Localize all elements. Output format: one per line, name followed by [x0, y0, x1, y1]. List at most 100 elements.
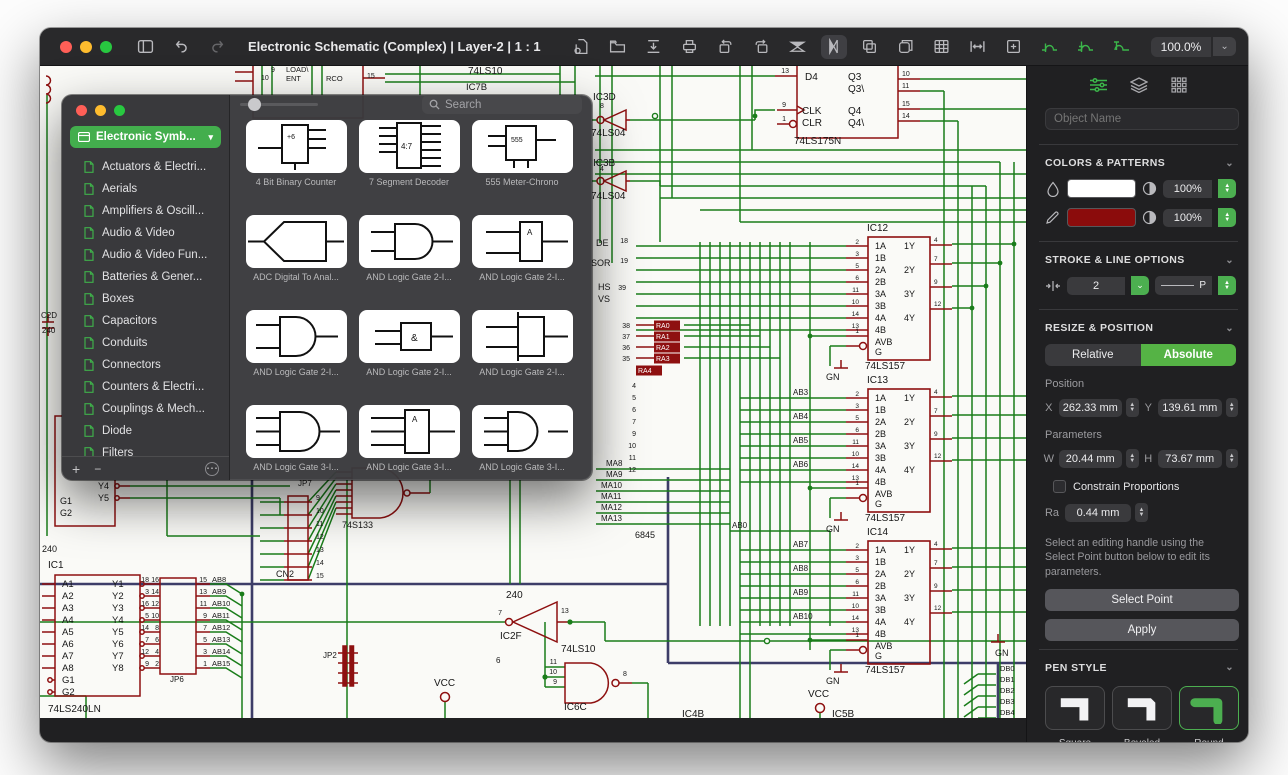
symbol-decoder-icon[interactable]: 4:7: [359, 120, 460, 173]
open-folder-icon[interactable]: [605, 35, 631, 59]
minimize-button[interactable]: [95, 105, 106, 116]
x-value[interactable]: 262.33 mm: [1059, 399, 1122, 417]
zoom-chevron-icon[interactable]: ⌄: [1213, 37, 1235, 56]
chevron-down-icon[interactable]: ⌄: [1225, 323, 1234, 334]
wire-hop-3-icon[interactable]: [1109, 35, 1135, 59]
stroke-width-dropdown[interactable]: ⌄: [1131, 276, 1149, 295]
minimize-button[interactable]: [80, 41, 92, 53]
palette-category-item[interactable]: Counters & Electri...: [62, 376, 229, 398]
zoom-button[interactable]: [114, 105, 125, 116]
zoom-level[interactable]: 100.0%: [1151, 37, 1212, 57]
close-button[interactable]: [60, 41, 72, 53]
zoom-control[interactable]: 100.0% ⌄: [1151, 37, 1236, 57]
symbol-and2b-icon[interactable]: [246, 310, 347, 363]
search-field[interactable]: Search: [422, 95, 582, 114]
y-stepper[interactable]: ▲▼: [1226, 398, 1239, 417]
palette-category-item[interactable]: Audio & Video: [62, 222, 229, 244]
ra-stepper[interactable]: ▲▼: [1135, 503, 1148, 522]
symbol-timer-icon[interactable]: 555: [472, 120, 573, 173]
palette-category-item[interactable]: Capacitors: [62, 310, 229, 332]
zoom-button[interactable]: [100, 41, 112, 53]
x-stepper[interactable]: ▲▼: [1126, 398, 1139, 417]
symbol-and2-icon[interactable]: [359, 215, 460, 268]
palette-category-item[interactable]: Amplifiers & Oscill...: [62, 200, 229, 222]
chevron-down-icon[interactable]: ⌄: [1225, 158, 1234, 169]
chevron-down-icon[interactable]: ⌄: [1225, 662, 1234, 673]
import-icon[interactable]: [641, 35, 667, 59]
w-value[interactable]: 20.44 mm: [1059, 450, 1122, 468]
page-export-icon[interactable]: [569, 35, 595, 59]
grid-icon[interactable]: [929, 35, 955, 59]
line-style-selector[interactable]: P: [1155, 276, 1212, 295]
pen-round-option[interactable]: [1179, 686, 1239, 730]
palette-category-item[interactable]: Audio & Video Fun...: [62, 244, 229, 266]
object-name-input[interactable]: [1045, 108, 1239, 130]
frame-icon[interactable]: [1001, 35, 1027, 59]
select-point-button[interactable]: Select Point: [1045, 589, 1239, 611]
h-stepper[interactable]: ▲▼: [1226, 449, 1239, 468]
palette-category-item[interactable]: Boxes: [62, 288, 229, 310]
fill-color-swatch[interactable]: [1067, 179, 1136, 198]
svg-text:G2: G2: [62, 687, 75, 698]
copy-icon[interactable]: [893, 35, 919, 59]
symbol-and2box-icon[interactable]: [472, 310, 573, 363]
chevron-down-icon[interactable]: ⌄: [1225, 255, 1234, 266]
palette-category-item[interactable]: Couplings & Mech...: [62, 398, 229, 420]
close-button[interactable]: [76, 105, 87, 116]
tab-layers[interactable]: [1128, 76, 1150, 94]
rotate-right-icon[interactable]: [749, 35, 775, 59]
duplicate-icon[interactable]: [857, 35, 883, 59]
wire-hop-2-icon[interactable]: [1073, 35, 1099, 59]
thumbnail-size-slider[interactable]: [240, 103, 318, 106]
line-style-stepper[interactable]: ▲▼: [1218, 276, 1236, 295]
palette-category-item[interactable]: Diode: [62, 420, 229, 442]
palette-category-item[interactable]: Conduits: [62, 332, 229, 354]
w-stepper[interactable]: ▲▼: [1126, 449, 1139, 468]
palette-category-item[interactable]: Actuators & Electri...: [62, 156, 229, 178]
distribute-icon[interactable]: [965, 35, 991, 59]
symbol-adc-icon[interactable]: [246, 215, 347, 268]
symbol-and2amp-icon[interactable]: &: [359, 310, 460, 363]
symbol-and3b-icon[interactable]: [472, 405, 573, 458]
y-value[interactable]: 139.61 mm: [1158, 399, 1221, 417]
absolute-button[interactable]: Absolute: [1141, 344, 1237, 366]
undo-icon[interactable]: [168, 35, 194, 59]
stroke-opacity-value[interactable]: 100%: [1163, 209, 1212, 227]
palette-category-item[interactable]: Connectors: [62, 354, 229, 376]
sidebar-toggle-icon[interactable]: [132, 35, 158, 59]
wire-hop-1-icon[interactable]: [1037, 35, 1063, 59]
more-options-icon[interactable]: ⋯: [205, 462, 219, 476]
slider-knob[interactable]: [248, 98, 261, 111]
symbol-and3iec-icon[interactable]: A: [359, 405, 460, 458]
pen-square-option[interactable]: [1045, 686, 1105, 730]
fill-opacity-value[interactable]: 100%: [1163, 180, 1212, 198]
flip-horizontal-icon[interactable]: [821, 35, 847, 59]
palette-category-item[interactable]: Filters: [62, 442, 229, 456]
library-selector-button[interactable]: Electronic Symb... ▾: [70, 126, 221, 148]
symbol-counter-icon[interactable]: +6: [246, 120, 347, 173]
palette-category-item[interactable]: Batteries & Gener...: [62, 266, 229, 288]
palette-category-item[interactable]: Aerials: [62, 178, 229, 200]
h-value[interactable]: 73.67 mm: [1158, 450, 1221, 468]
apply-button[interactable]: Apply: [1045, 619, 1239, 641]
tab-patterns[interactable]: [1168, 76, 1190, 94]
flip-vertical-icon[interactable]: [785, 35, 811, 59]
redo-icon[interactable]: [204, 35, 230, 59]
constrain-proportions-checkbox[interactable]: [1053, 480, 1066, 493]
rotate-left-icon[interactable]: [713, 35, 739, 59]
pen-beveled-option[interactable]: [1112, 686, 1172, 730]
relative-button[interactable]: Relative: [1045, 344, 1141, 366]
ra-value[interactable]: 0.44 mm: [1065, 504, 1131, 522]
stroke-color-swatch[interactable]: [1067, 208, 1136, 227]
stroke-contrast-icon[interactable]: [1142, 210, 1158, 225]
fill-contrast-icon[interactable]: [1142, 181, 1158, 196]
stroke-width-value[interactable]: 2: [1067, 277, 1125, 295]
print-icon[interactable]: [677, 35, 703, 59]
stroke-opacity-stepper[interactable]: ▲▼: [1218, 208, 1236, 227]
tab-properties[interactable]: [1088, 76, 1110, 94]
symbol-and3-icon[interactable]: [246, 405, 347, 458]
add-category-button[interactable]: +: [72, 461, 80, 477]
remove-category-button[interactable]: −: [94, 462, 101, 476]
symbol-and2iec-icon[interactable]: A: [472, 215, 573, 268]
fill-opacity-stepper[interactable]: ▲▼: [1218, 179, 1236, 198]
